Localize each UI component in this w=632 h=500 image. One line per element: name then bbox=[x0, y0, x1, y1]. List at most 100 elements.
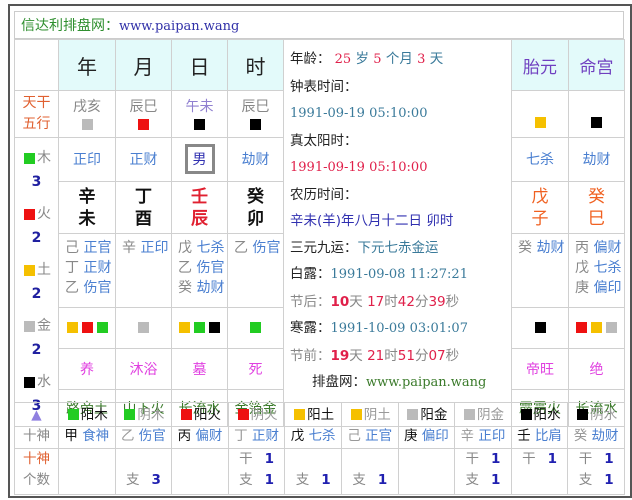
hidden-shishen: 正官 bbox=[83, 240, 112, 257]
zhi-count: 1 bbox=[377, 472, 388, 488]
element-square-icon bbox=[24, 152, 35, 164]
site-url-link[interactable]: www.paipan.wang bbox=[119, 19, 239, 34]
shishen-cell: 正印 bbox=[58, 137, 116, 182]
info-after-part: 秒 bbox=[445, 293, 460, 310]
zhi-count: 1 bbox=[604, 472, 614, 488]
shishen-col: 阳水壬 比肩 bbox=[510, 402, 569, 449]
wuxing-cell bbox=[511, 90, 569, 138]
wuxing-name: 木 bbox=[37, 150, 51, 166]
info-age-years: 25 bbox=[334, 52, 352, 67]
wuxing-cell: 午未 bbox=[171, 90, 228, 138]
info-before-part: 51 bbox=[397, 347, 415, 364]
site-name: 信达利排盘网： bbox=[21, 18, 119, 34]
info-age-label: 年龄： bbox=[290, 51, 331, 67]
stem: 戊 bbox=[531, 186, 549, 207]
stem: 丁 bbox=[234, 427, 248, 444]
shishen-table: ▲ 十神 阳木甲 食神 阴木乙 伤官 阳火丙 偏财 阴火丁 正财 阳土戊 七杀 阴土己 正官阳… bbox=[14, 402, 625, 495]
gan-label: 干 bbox=[578, 451, 593, 467]
shishen: 食神 bbox=[82, 427, 110, 444]
hidden-stems-cell: 己 正官丁 正财乙 伤官 bbox=[58, 233, 116, 308]
changsheng: 墓 bbox=[192, 362, 207, 378]
changsheng: 帝旺 bbox=[526, 362, 554, 378]
pillar-header-cell: 时 bbox=[227, 39, 284, 91]
wuxing-count: 2 bbox=[31, 342, 42, 358]
element-square-icon bbox=[209, 322, 220, 334]
hidden-stem: 戊 bbox=[178, 240, 192, 257]
wuxing-cell: 辰巳 bbox=[115, 90, 172, 138]
kongwang-text: 辰巳 bbox=[129, 99, 158, 115]
element-square-icon bbox=[96, 322, 108, 334]
hidden-shishen: 七杀 bbox=[196, 240, 225, 257]
stem: 辛 bbox=[460, 427, 475, 444]
zhi-label: 支 bbox=[465, 472, 480, 488]
count-label: 个数 bbox=[23, 472, 50, 488]
element-square-icon bbox=[534, 116, 546, 128]
info-age-m-unit: 个月 bbox=[385, 51, 413, 67]
element-square-icon bbox=[407, 409, 419, 420]
info-age-d-unit: 天 bbox=[429, 51, 444, 67]
pillar-header: 日 bbox=[189, 54, 210, 79]
pillar-header: 时 bbox=[245, 54, 266, 79]
info-after-part: 分 bbox=[414, 293, 429, 310]
wuxing-count-item: 木3 bbox=[15, 146, 58, 194]
info-age-days: 3 bbox=[417, 52, 426, 67]
gan-label: 干 bbox=[465, 451, 480, 467]
element-square-icon bbox=[67, 409, 79, 420]
element-square-icon bbox=[138, 322, 149, 334]
info-after-label: 节后： bbox=[290, 293, 331, 310]
changsheng: 绝 bbox=[589, 362, 604, 378]
hidden-shishen: 伤官 bbox=[252, 240, 281, 257]
hidden-stem: 戊 bbox=[575, 260, 589, 277]
info-jie2-label: 寒露： bbox=[290, 320, 331, 336]
shishen: 偏印 bbox=[421, 427, 449, 444]
wuxing-cell bbox=[568, 90, 625, 138]
info-clock-label: 钟表时间： bbox=[290, 78, 358, 95]
zhi-label: 支 bbox=[125, 472, 140, 488]
count-cell: 支3 bbox=[114, 448, 173, 495]
info-jie1-label: 白露： bbox=[290, 266, 331, 282]
hidden-stem: 庚 bbox=[575, 280, 589, 297]
stem: 甲 bbox=[64, 427, 78, 444]
element-square-icon bbox=[577, 409, 589, 420]
info-before-part: 19 bbox=[330, 347, 350, 364]
yinyang-element: 阴土 bbox=[363, 406, 391, 423]
element-square-icon bbox=[179, 322, 190, 334]
info-site-link[interactable]: www.paipan.wang bbox=[366, 375, 486, 390]
wuxing-count-item: 火2 bbox=[15, 202, 58, 250]
wuxing-count-panel: 木3火2土2金2水3 bbox=[14, 137, 59, 427]
pillar-cell: 癸卯 bbox=[227, 180, 284, 235]
stem: 丁 bbox=[135, 186, 152, 207]
shishen-col: 阳木甲 食神 bbox=[58, 402, 116, 449]
branch: 辰 bbox=[191, 208, 208, 229]
shishen-cell: 正财 bbox=[115, 137, 172, 182]
info-jie2: 1991-10-09 03:01:07 bbox=[330, 321, 468, 336]
branch: 子 bbox=[531, 208, 549, 229]
pillar-header-cell: 日 bbox=[171, 39, 228, 91]
extra-header: 命宫 bbox=[579, 57, 614, 78]
info-after-part: 42 bbox=[397, 293, 415, 310]
hidden-shishen: 正财 bbox=[83, 260, 112, 277]
wuxing-cell: 辰巳 bbox=[227, 90, 284, 138]
shishen-col: 阴金辛 正印 bbox=[454, 402, 512, 449]
yinyang-element: 阳火 bbox=[193, 406, 221, 423]
shishen-col: 阳火丙 偏财 bbox=[171, 402, 229, 449]
changsheng-cell: 死 bbox=[227, 348, 284, 390]
wuxing-count: 3 bbox=[31, 174, 42, 190]
info-before-part: 秒 bbox=[445, 347, 460, 364]
stem: 庚 bbox=[403, 427, 418, 444]
pillar-header-cell: 年 bbox=[58, 39, 116, 91]
pillar-header: 年 bbox=[77, 54, 97, 79]
extra-header: 胎元 bbox=[523, 57, 557, 78]
pillar-cell: 丁酉 bbox=[115, 180, 172, 235]
yinyang-element: 阴金 bbox=[476, 406, 504, 423]
elements-cell bbox=[511, 306, 569, 350]
shishen-cell: 七杀 bbox=[511, 137, 569, 182]
hidden-stem-item: 丙 偏财 bbox=[575, 238, 624, 258]
shishen-col: 阳金庚 偏印 bbox=[397, 402, 456, 449]
element-square-icon bbox=[591, 116, 602, 128]
yinyang-element: 阳木 bbox=[80, 406, 108, 423]
shishen: 正财 bbox=[251, 427, 279, 444]
info-before-part: 07 bbox=[428, 347, 446, 364]
shishen-col: 阴水癸 劫财 bbox=[567, 402, 625, 449]
count-cell bbox=[397, 448, 456, 495]
